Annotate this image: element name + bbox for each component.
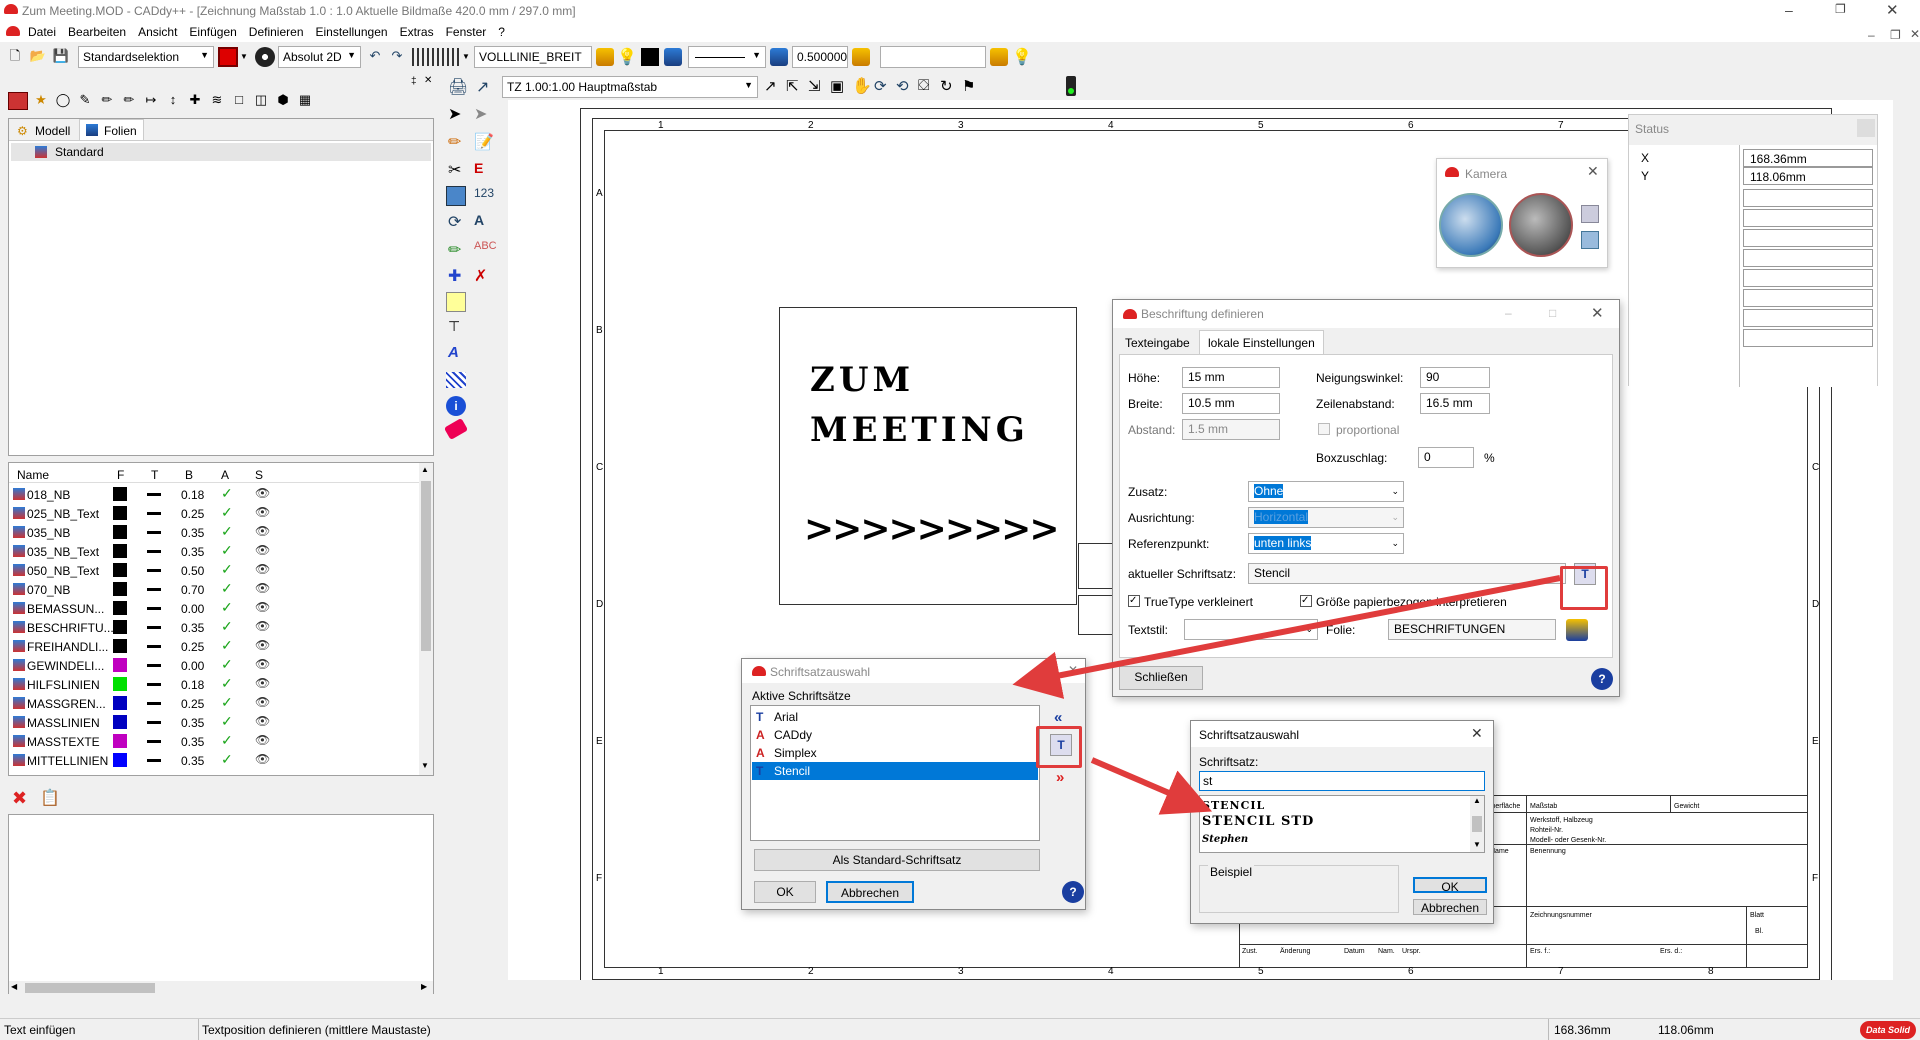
- statusbar-mode: Text einfügen: [4, 1023, 76, 1037]
- status-bar: Text einfügen Textposition definieren (m…: [0, 1018, 1920, 1040]
- arrow-to-schriftsatz1: [1012, 575, 1561, 699]
- annotation-arrows: [1012, 575, 1561, 815]
- statusbar-x: 168.36mm: [1554, 1023, 1611, 1037]
- data-solid-logo: Data Solid: [1860, 1021, 1916, 1039]
- statusbar-y: 118.06mm: [1658, 1023, 1714, 1037]
- statusbar-hint: Textposition definieren (mittlere Mausta…: [202, 1023, 431, 1037]
- arrow-to-schriftsatz2: [1090, 757, 1213, 815]
